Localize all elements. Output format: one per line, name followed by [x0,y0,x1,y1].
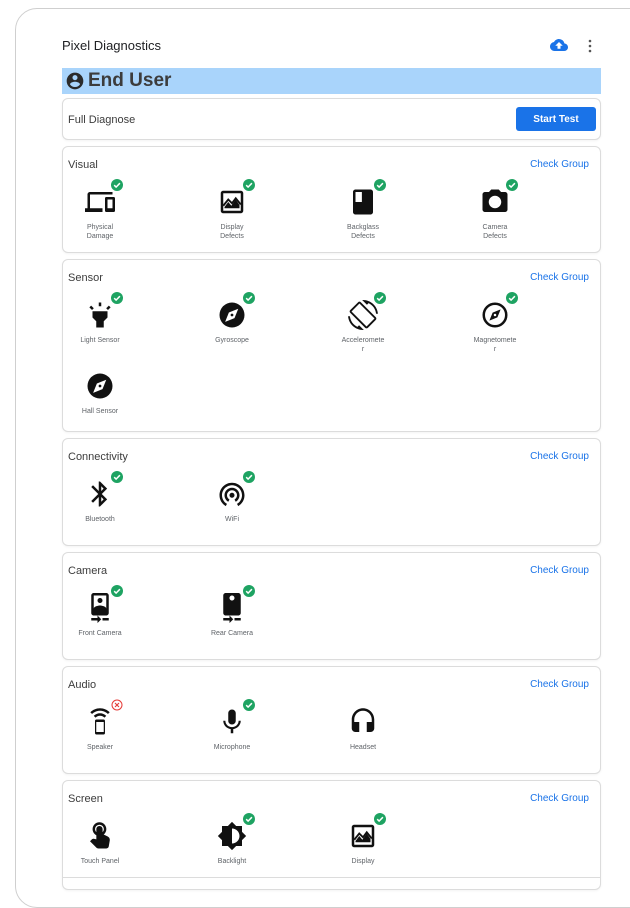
check-badge-icon [243,699,255,711]
group-title: Audio [68,679,97,691]
check-badge-icon [111,585,123,597]
test-item[interactable]: Front Camera [63,585,137,638]
test-item[interactable]: Touch Panel [63,816,137,866]
group-title: Sensor [68,272,103,284]
group-title: Connectivity [68,451,128,463]
start-test-button[interactable]: Start Test [516,107,596,131]
test-item[interactable]: Backlight [195,813,269,866]
check-badge-icon [374,292,386,304]
group-card-visual: Visual Check Group Physical Damage Display … [62,146,601,253]
check-badge-icon [243,471,255,483]
check-group-link[interactable]: Check Group [530,272,589,283]
check-group-link[interactable]: Check Group [530,565,589,576]
check-badge-icon [243,179,255,191]
group-card-sensor: Sensor Check Group Light Sensor Gyroscope Ac… [62,259,601,432]
test-item[interactable]: Camera Defects [458,179,532,241]
check-badge-icon [374,179,386,191]
test-item-label: Backglass Defects [347,224,379,240]
cloud-upload-icon[interactable] [550,36,568,54]
check-badge-icon [506,292,518,304]
check-badge-icon [111,292,123,304]
test-item[interactable]: Gyroscope [195,292,269,345]
check-group-link[interactable]: Check Group [530,159,589,170]
check-badge-icon [111,179,123,191]
app-title: Pixel Diagnostics [62,38,161,53]
check-badge-icon [111,471,123,483]
test-item-label: Speaker [86,744,114,751]
test-item-label: Touch Panel [80,858,120,865]
check-group-link[interactable]: Check Group [530,451,589,462]
test-item-label: Camera Defects [482,224,508,240]
divider [62,877,601,878]
check-group-link[interactable]: Check Group [530,679,589,690]
test-item[interactable]: Hall Sensor [63,366,137,416]
touch-icon [90,822,110,849]
headset-icon [351,708,375,732]
check-group-link[interactable]: Check Group [530,793,589,804]
account-circle-icon [66,72,84,90]
test-item[interactable]: Headset [326,702,400,752]
test-item-label: Display [351,858,375,865]
test-item[interactable]: WiFi [195,471,269,524]
test-item[interactable]: Magnetomete r [458,292,532,354]
test-item[interactable]: Display Defects [195,179,269,241]
test-item[interactable]: Light Sensor [63,292,137,345]
test-item-label: Display Defects [220,224,244,240]
test-item-label: Hall Sensor [81,408,119,415]
group-title: Screen [68,793,103,805]
role-label: End User [88,70,172,91]
test-item[interactable]: Rear Camera [195,585,269,638]
error-badge-icon [111,699,123,711]
test-item-label: Rear Camera [210,630,253,637]
check-badge-icon [506,179,518,191]
test-item-label: Backlight [217,858,247,865]
group-card-camera: Camera Check Group Front Camera Rear Camera [62,552,601,660]
test-item-label: Microphone [213,744,251,751]
test-item[interactable]: Backglass Defects [326,179,400,241]
test-item[interactable]: Physical Damage [63,179,137,241]
test-item-label: Light Sensor [80,337,120,344]
check-badge-icon [243,813,255,825]
test-item-label: Magnetomete r [473,337,517,353]
test-item-label: Front Camera [78,630,122,637]
group-card-connectivity: Connectivity Check Group Bluetooth WiFi [62,438,601,546]
full-diagnose-card: Full Diagnose Start Test [62,98,601,140]
test-item[interactable]: Acceleromete r [326,292,400,354]
group-card-audio: Audio Check Group Speaker Microphone Headset [62,666,601,774]
test-item[interactable]: Bluetooth [63,471,137,524]
app-bar: Pixel Diagnostics [62,38,602,56]
test-item[interactable]: Microphone [195,699,269,752]
test-item-label: Acceleromete r [341,337,385,353]
test-item-label: Headset [349,744,377,751]
compass-filled-icon [87,373,113,399]
check-badge-icon [243,585,255,597]
full-diagnose-title: Full Diagnose [68,114,136,126]
test-item-label: WiFi [225,516,239,523]
more-vert-icon[interactable] [586,38,594,54]
group-title: Camera [68,565,108,577]
test-item[interactable]: Display [326,813,400,866]
test-item[interactable]: Speaker [63,699,137,752]
group-card-screen: Screen Check Group Touch Panel Backlight Dis… [62,780,601,890]
role-header: End User [62,68,601,94]
check-badge-icon [243,292,255,304]
check-badge-icon [374,813,386,825]
test-item-label: Gyroscope [215,337,249,344]
test-item-label: Physical Damage [86,224,114,240]
group-title: Visual [68,159,98,171]
test-item-label: Bluetooth [85,516,115,523]
